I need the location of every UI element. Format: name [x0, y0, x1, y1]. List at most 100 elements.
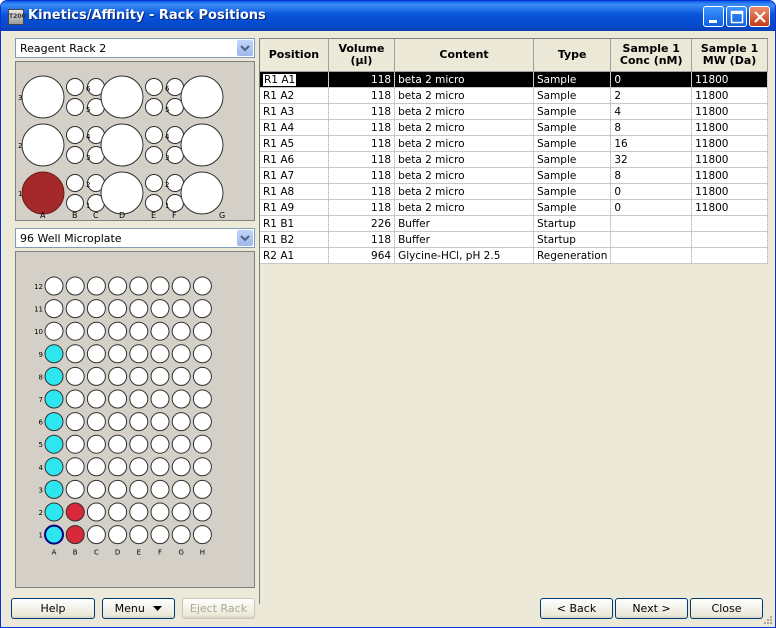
- plate-dropdown-button[interactable]: [237, 230, 253, 246]
- cell-position[interactable]: R1 B1: [260, 215, 329, 232]
- cell-mw[interactable]: 11800: [691, 135, 768, 152]
- cell-type[interactable]: Regeneration: [533, 247, 612, 264]
- cell-position[interactable]: R1 A3: [260, 103, 329, 120]
- plate-well-B8[interactable]: [65, 366, 85, 386]
- plate-well-A4[interactable]: [44, 457, 64, 477]
- column-header-content[interactable]: Content: [394, 39, 534, 72]
- plate-well-G10[interactable]: [171, 321, 191, 341]
- plate-well-E4[interactable]: [129, 457, 149, 477]
- plate-well-C5[interactable]: [86, 434, 106, 454]
- maximize-button[interactable]: [726, 6, 747, 27]
- cell-type[interactable]: Sample: [533, 151, 612, 168]
- plate-well-H11[interactable]: [192, 299, 212, 319]
- rack-well-D3[interactable]: [100, 75, 144, 119]
- plate-well-F5[interactable]: [150, 434, 170, 454]
- cell-content[interactable]: Glycine-HCl, pH 2.5: [394, 247, 534, 264]
- cell-mw[interactable]: 11800: [691, 199, 768, 216]
- rack-vial-B1-bottom[interactable]: [66, 194, 84, 212]
- close-window-button[interactable]: [749, 6, 770, 27]
- plate-well-D11[interactable]: [108, 299, 128, 319]
- table-row[interactable]: R1 B2 118 Buffer Startup: [260, 231, 768, 248]
- cell-mw[interactable]: [691, 247, 768, 264]
- plate-well-E6[interactable]: [129, 412, 149, 432]
- cell-type[interactable]: Sample: [533, 199, 612, 216]
- plate-well-F8[interactable]: [150, 366, 170, 386]
- rack-vial-B3-bottom[interactable]: [66, 98, 84, 116]
- cell-volume[interactable]: 118: [328, 199, 396, 216]
- cell-volume[interactable]: 118: [328, 71, 396, 88]
- cell-volume[interactable]: 118: [328, 119, 396, 136]
- plate-well-B12[interactable]: [65, 276, 85, 296]
- plate-well-E9[interactable]: [129, 344, 149, 364]
- cell-conc[interactable]: 0: [610, 71, 693, 88]
- cell-mw[interactable]: [691, 215, 768, 232]
- plate-well-C10[interactable]: [86, 321, 106, 341]
- plate-well-G9[interactable]: [171, 344, 191, 364]
- cell-type[interactable]: Sample: [533, 71, 612, 88]
- plate-well-B3[interactable]: [65, 479, 85, 499]
- plate-well-G5[interactable]: [171, 434, 191, 454]
- plate-well-D2[interactable]: [108, 502, 128, 522]
- cell-type[interactable]: Sample: [533, 87, 612, 104]
- cell-content[interactable]: beta 2 micro: [394, 167, 534, 184]
- table-row[interactable]: R1 A9 118 beta 2 micro Sample 0 11800: [260, 199, 768, 216]
- cell-volume[interactable]: 118: [328, 103, 396, 120]
- back-button[interactable]: < Back: [540, 598, 613, 619]
- table-row[interactable]: R1 A5 118 beta 2 micro Sample 16 11800: [260, 135, 768, 152]
- rack-vial-B2-top[interactable]: [66, 126, 84, 144]
- plate-well-A6[interactable]: [44, 412, 64, 432]
- cell-volume[interactable]: 118: [328, 183, 396, 200]
- plate-well-B2[interactable]: [65, 502, 85, 522]
- plate-well-F11[interactable]: [150, 299, 170, 319]
- cell-volume[interactable]: 118: [328, 167, 396, 184]
- plate-well-B10[interactable]: [65, 321, 85, 341]
- table-row[interactable]: R1 A2 118 beta 2 micro Sample 2 11800: [260, 87, 768, 104]
- plate-well-F3[interactable]: [150, 479, 170, 499]
- cell-mw[interactable]: 11800: [691, 167, 768, 184]
- cell-type[interactable]: Startup: [533, 215, 612, 232]
- cell-position[interactable]: R1 A8: [260, 183, 329, 200]
- rack-well-G2[interactable]: [180, 123, 224, 167]
- plate-well-A7[interactable]: [44, 389, 64, 409]
- plate-well-F6[interactable]: [150, 412, 170, 432]
- plate-well-D7[interactable]: [108, 389, 128, 409]
- rack-vial-E1-bottom[interactable]: [145, 194, 163, 212]
- table-row[interactable]: R1 A4 118 beta 2 micro Sample 8 11800: [260, 119, 768, 136]
- plate-well-E10[interactable]: [129, 321, 149, 341]
- plate-well-A3[interactable]: [44, 479, 64, 499]
- table-row[interactable]: R1 B1 226 Buffer Startup: [260, 215, 768, 232]
- table-row[interactable]: R1 A3 118 beta 2 micro Sample 4 11800: [260, 103, 768, 120]
- cell-mw[interactable]: 11800: [691, 71, 768, 88]
- plate-well-H4[interactable]: [192, 457, 212, 477]
- rack-vial-E2-bottom[interactable]: [145, 146, 163, 164]
- plate-well-B4[interactable]: [65, 457, 85, 477]
- plate-well-B6[interactable]: [65, 412, 85, 432]
- cell-position[interactable]: R1 A5: [260, 135, 329, 152]
- cell-conc[interactable]: 0: [610, 183, 693, 200]
- plate-well-B1[interactable]: [65, 525, 85, 545]
- plate-well-D10[interactable]: [108, 321, 128, 341]
- table-row[interactable]: R1 A8 118 beta 2 micro Sample 0 11800: [260, 183, 768, 200]
- plate-well-G3[interactable]: [171, 479, 191, 499]
- cell-mw[interactable]: 11800: [691, 183, 768, 200]
- table-row[interactable]: R1 A7 118 beta 2 micro Sample 8 11800: [260, 167, 768, 184]
- plate-well-H12[interactable]: [192, 276, 212, 296]
- plate-well-C9[interactable]: [86, 344, 106, 364]
- cell-mw[interactable]: 11800: [691, 87, 768, 104]
- plate-well-D4[interactable]: [108, 457, 128, 477]
- plate-well-D1[interactable]: [108, 525, 128, 545]
- plate-well-D5[interactable]: [108, 434, 128, 454]
- cell-position[interactable]: R1 A2: [260, 87, 329, 104]
- plate-well-A9[interactable]: [44, 344, 64, 364]
- cell-position[interactable]: R1 A1: [260, 71, 329, 88]
- table-row[interactable]: R1 A6 118 beta 2 micro Sample 32 11800: [260, 151, 768, 168]
- cell-position[interactable]: R1 B2: [260, 231, 329, 248]
- plate-select[interactable]: 96 Well Microplate: [15, 228, 255, 248]
- table-row[interactable]: R2 A1 964 Glycine-HCl, pH 2.5 Regeneration: [260, 247, 768, 264]
- cell-conc[interactable]: 0: [610, 199, 693, 216]
- plate-well-E8[interactable]: [129, 366, 149, 386]
- plate-well-C4[interactable]: [86, 457, 106, 477]
- menu-button[interactable]: Menu: [102, 598, 175, 619]
- plate-well-F7[interactable]: [150, 389, 170, 409]
- plate-well-F4[interactable]: [150, 457, 170, 477]
